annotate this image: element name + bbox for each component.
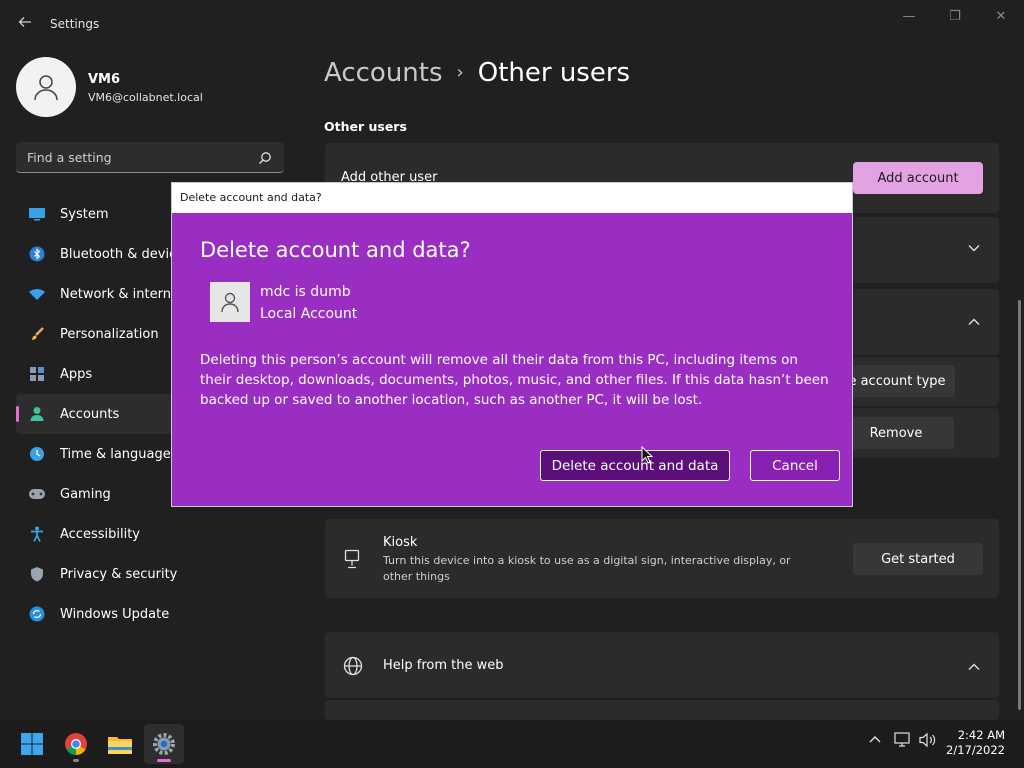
chevron-up-icon[interactable] [967, 315, 981, 331]
chevron-down-icon[interactable] [967, 241, 981, 257]
taskbar: 2:42 AM 2/17/2022 [0, 720, 1024, 768]
maximize-button[interactable]: ❐ [940, 8, 970, 26]
chrome-icon[interactable] [56, 724, 96, 764]
close-button[interactable]: ✕ [986, 8, 1016, 26]
kiosk-description: Turn this device into a kiosk to use as … [383, 554, 791, 583]
shield-icon [28, 565, 46, 583]
brush-icon [28, 325, 46, 343]
network-icon[interactable] [894, 732, 912, 752]
account-type: Local Account [260, 306, 358, 322]
chevron-up-icon[interactable] [967, 660, 981, 676]
minimize-button[interactable]: — [894, 8, 924, 26]
account-avatar [210, 282, 250, 322]
volume-icon[interactable] [919, 732, 937, 752]
sidebar-item-label: Apps [60, 366, 93, 382]
kiosk-title: Kiosk [383, 535, 418, 550]
section-title: Other users [324, 119, 407, 134]
avatar[interactable] [16, 57, 76, 117]
sidebar-item-windows-update[interactable]: Windows Update [16, 594, 284, 634]
back-arrow-icon[interactable] [14, 13, 36, 35]
sidebar-item-label: Time & language [60, 446, 171, 462]
clock[interactable]: 2:42 AM 2/17/2022 [946, 728, 1005, 758]
help-title: Help from the web [383, 658, 504, 673]
windows-start-icon[interactable] [12, 724, 52, 764]
running-indicator [73, 759, 79, 762]
chevron-up-icon[interactable] [868, 732, 882, 750]
dialog-title-bar: Delete account and data? [172, 183, 852, 213]
update-icon [28, 605, 46, 623]
sidebar-item-label: Network & internet [60, 286, 185, 302]
mouse-cursor-icon [641, 445, 654, 468]
page-title: Other users [477, 58, 631, 88]
cancel-button[interactable]: Cancel [750, 450, 840, 481]
bluetooth-icon [28, 245, 46, 263]
person-icon [221, 292, 239, 313]
dialog-message: Deleting this person’s account will remo… [200, 352, 829, 408]
kiosk-icon [344, 549, 360, 573]
change-account-type-button[interactable]: e account type [839, 365, 955, 397]
controller-icon [28, 485, 46, 503]
search-icon[interactable] [258, 150, 272, 169]
delete-account-dialog: Delete account and data? Delete account … [171, 182, 853, 507]
sidebar-item-label: Windows Update [60, 606, 170, 622]
help-card-content [325, 700, 999, 720]
search-input[interactable]: Find a setting [16, 142, 284, 173]
get-started-button[interactable]: Get started [853, 543, 983, 575]
globe-clock-icon [28, 445, 46, 463]
title-bar: Settings — ❐ ✕ [0, 0, 1024, 48]
remove-button[interactable]: Remove [838, 417, 954, 449]
monitor-icon [28, 205, 46, 223]
search-placeholder: Find a setting [27, 150, 112, 165]
breadcrumb: Accounts › Other users [324, 58, 630, 88]
delete-account-and-data-button[interactable]: Delete account and data [540, 450, 730, 481]
chevron-right-icon: › [456, 62, 464, 83]
app-title: Settings [50, 17, 100, 31]
profile-name: VM6 [88, 72, 121, 87]
scrollbar[interactable] [1018, 300, 1021, 710]
sidebar-item-label: Privacy & security [60, 566, 178, 582]
sidebar-item-accessibility[interactable]: Accessibility [16, 514, 284, 554]
breadcrumb-parent[interactable]: Accounts [324, 58, 443, 88]
person-icon [28, 405, 46, 423]
sidebar-item-label: Gaming [60, 486, 111, 502]
sidebar-item-label: Accessibility [60, 526, 140, 542]
active-indicator [157, 759, 171, 762]
sidebar-item-label: Accounts [60, 406, 120, 422]
sidebar-item-label: Personalization [60, 326, 159, 342]
wifi-icon [28, 285, 46, 303]
profile-email: VM6@collabnet.local [88, 91, 203, 104]
add-account-button[interactable]: Add account [853, 162, 983, 194]
person-icon [34, 75, 58, 101]
account-name: mdc is dumb [260, 284, 351, 300]
help-card[interactable]: Help from the web [325, 632, 999, 698]
accessibility-icon [28, 525, 46, 543]
globe-icon [343, 656, 363, 680]
apps-icon [28, 365, 46, 383]
dialog-heading: Delete account and data? [200, 238, 471, 262]
clock-time: 2:42 AM [957, 728, 1005, 742]
sidebar-item-privacy[interactable]: Privacy & security [16, 554, 284, 594]
kiosk-card: Kiosk Turn this device into a kiosk to u… [325, 519, 999, 598]
sidebar-item-label: System [60, 206, 109, 222]
settings-icon[interactable] [144, 724, 184, 764]
clock-date: 2/17/2022 [946, 743, 1005, 757]
file-explorer-icon[interactable] [100, 724, 140, 764]
